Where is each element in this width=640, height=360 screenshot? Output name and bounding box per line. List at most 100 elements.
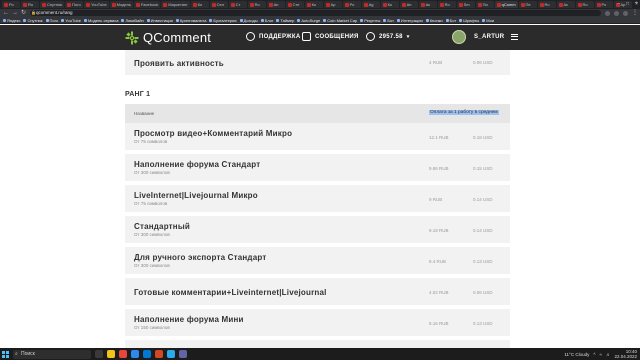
store-icon[interactable] — [143, 350, 151, 358]
bookmark-item[interactable]: Модель сервиса — [83, 18, 118, 23]
weather-widget[interactable]: 11°C Cloudy — [564, 352, 589, 357]
minimize-button[interactable]: – — [617, 1, 620, 7]
favicon-icon — [230, 2, 235, 7]
chrome-icon[interactable] — [119, 350, 127, 358]
browser-tab[interactable]: Ag — [361, 1, 380, 8]
messages-link[interactable]: СООБЩЕНИЯ — [302, 32, 359, 41]
address-bar-row: ← → ↻ 🔒 qcomment.ru/rang ⋮ — [0, 9, 640, 17]
volume-icon[interactable]: ♬ — [606, 352, 611, 357]
browser-tab[interactable]: qComm — [494, 1, 518, 8]
extension-icon[interactable] — [605, 10, 610, 16]
bookmark-item[interactable]: Пого — [45, 18, 58, 23]
bookmark-item[interactable]: Coin Market Cap — [323, 18, 357, 23]
bookmark-item[interactable]: AutoSurge — [297, 18, 320, 23]
bookmark-item[interactable]: ЛикиВайн — [121, 18, 144, 23]
bookmark-item[interactable]: YouTube — [61, 18, 81, 23]
bookmark-item[interactable]: Интеграции — [396, 18, 423, 23]
taskbar-search[interactable]: Поиск — [13, 349, 91, 359]
browser-tab[interactable]: Ар — [323, 1, 342, 8]
url-field[interactable]: 🔒 qcomment.ru/rang — [30, 10, 601, 16]
price-rub: 9.86 RUB — [429, 166, 449, 171]
bookmark-item[interactable]: Блог — [260, 17, 274, 23]
browser-tab[interactable]: Ко — [380, 1, 399, 8]
browser-tab[interactable]: YouTube — [83, 1, 109, 8]
edge-icon[interactable] — [131, 350, 139, 358]
bookmark-item[interactable]: Таймер — [276, 18, 294, 23]
bookmark-item[interactable]: Бот — [383, 18, 394, 23]
tab-label: Ко — [387, 2, 393, 7]
maximize-button[interactable]: □ — [626, 1, 629, 7]
browser-tab[interactable]: Ro — [21, 1, 39, 8]
browser-tab[interactable]: Ст — [228, 1, 247, 8]
bookmark-item[interactable]: Шрифты — [459, 18, 479, 23]
browser-tab[interactable]: Ro — [537, 1, 556, 8]
favicon-icon — [268, 2, 273, 7]
bookmark-item[interactable]: Яндекс — [3, 18, 20, 23]
back-icon[interactable]: ← — [3, 9, 9, 17]
bookmark-item[interactable]: Рецепты — [360, 18, 380, 23]
hamburger-menu-icon[interactable] — [511, 34, 519, 40]
bookmark-favicon-icon — [297, 18, 301, 22]
browser-tab[interactable]: Ро — [594, 1, 613, 8]
windows-start-icon[interactable] — [2, 350, 9, 358]
favicon-icon — [85, 2, 90, 7]
browser-tab[interactable]: Маркетинг — [161, 1, 190, 8]
bookmark-label: Бухгалтерия — [213, 17, 237, 23]
bookmark-item[interactable]: Спутник — [23, 18, 43, 23]
bookmark-item[interactable]: Криптовалюта — [175, 18, 206, 23]
browser-tab[interactable]: Ап — [399, 1, 418, 8]
profile-icon[interactable] — [623, 10, 628, 16]
browser-tab[interactable]: Модель — [109, 1, 133, 8]
logo-mark-icon — [125, 31, 139, 44]
favicon-icon — [382, 2, 387, 7]
browser-tab[interactable]: Сел — [209, 1, 228, 8]
bookmark-item[interactable]: Кнопки — [425, 18, 443, 23]
browser-tab[interactable]: Ro — [247, 1, 266, 8]
site-logo[interactable]: QComment — [125, 30, 211, 45]
browser-menu-icon[interactable]: ⋮ — [632, 9, 638, 17]
chevron-up-icon[interactable]: ^ — [593, 352, 595, 357]
browser-tab[interactable]: Ro — [437, 1, 456, 8]
bookmark-label: Мои — [486, 17, 495, 23]
task-name: LiveInternet|Livejournal Микро — [134, 191, 258, 200]
browser-tab[interactable]: Ro — [575, 1, 594, 8]
browser-tab[interactable]: Ап — [266, 1, 285, 8]
browser-tab[interactable]: Ро — [342, 1, 361, 8]
bookmark-item[interactable]: Инвестиции — [146, 18, 173, 23]
browser-tab[interactable]: Ро — [2, 1, 20, 8]
file-explorer-icon[interactable] — [107, 350, 115, 358]
bookmark-item[interactable]: Бухгалтерия — [209, 17, 237, 23]
user-menu[interactable]: S_ARTUR — [452, 30, 519, 44]
browser-tab[interactable]: Ас — [556, 1, 575, 8]
browser-tab[interactable]: Ак — [418, 1, 437, 8]
wifi-icon[interactable]: ≈ — [599, 352, 601, 357]
support-link[interactable]: ПОДДЕРЖКА — [246, 32, 301, 41]
bookmark-item[interactable]: Доходы — [239, 18, 258, 23]
browser-tab[interactable]: Ко — [304, 1, 323, 8]
telegram-icon[interactable] — [167, 350, 175, 358]
bookmark-label: Блог — [264, 17, 274, 23]
bookmark-item[interactable]: Мои — [482, 18, 494, 23]
bookmark-item[interactable]: Бот — [445, 18, 456, 23]
clock[interactable]: 10:40 22.04.2022 — [614, 349, 637, 359]
forward-icon[interactable]: → — [12, 9, 18, 17]
close-window-button[interactable]: × — [635, 1, 638, 7]
browser-tab[interactable]: Спутник — [40, 1, 64, 8]
browser-tab[interactable]: Ко — [190, 1, 209, 8]
browser-tab[interactable]: Пого — [64, 1, 83, 8]
teams-icon[interactable] — [179, 350, 187, 358]
task-min-length: От 300 символов — [134, 263, 170, 268]
reload-icon[interactable]: ↻ — [21, 9, 26, 17]
favicon-icon — [66, 2, 71, 7]
bookmark-favicon-icon — [3, 18, 6, 22]
office-icon[interactable] — [155, 350, 163, 358]
browser-tab[interactable]: Facebook — [133, 1, 161, 8]
balance-display[interactable]: 2957.58 ▾ — [366, 32, 410, 41]
browser-tab[interactable]: Пи — [475, 1, 494, 8]
favicon-icon — [4, 2, 8, 7]
browser-tab[interactable]: Sm — [456, 1, 475, 8]
browser-tab[interactable]: Пе — [518, 1, 537, 8]
task-view-icon[interactable] — [95, 350, 103, 358]
browser-tab[interactable]: Сте — [285, 1, 304, 8]
extension-icon[interactable] — [614, 10, 619, 16]
